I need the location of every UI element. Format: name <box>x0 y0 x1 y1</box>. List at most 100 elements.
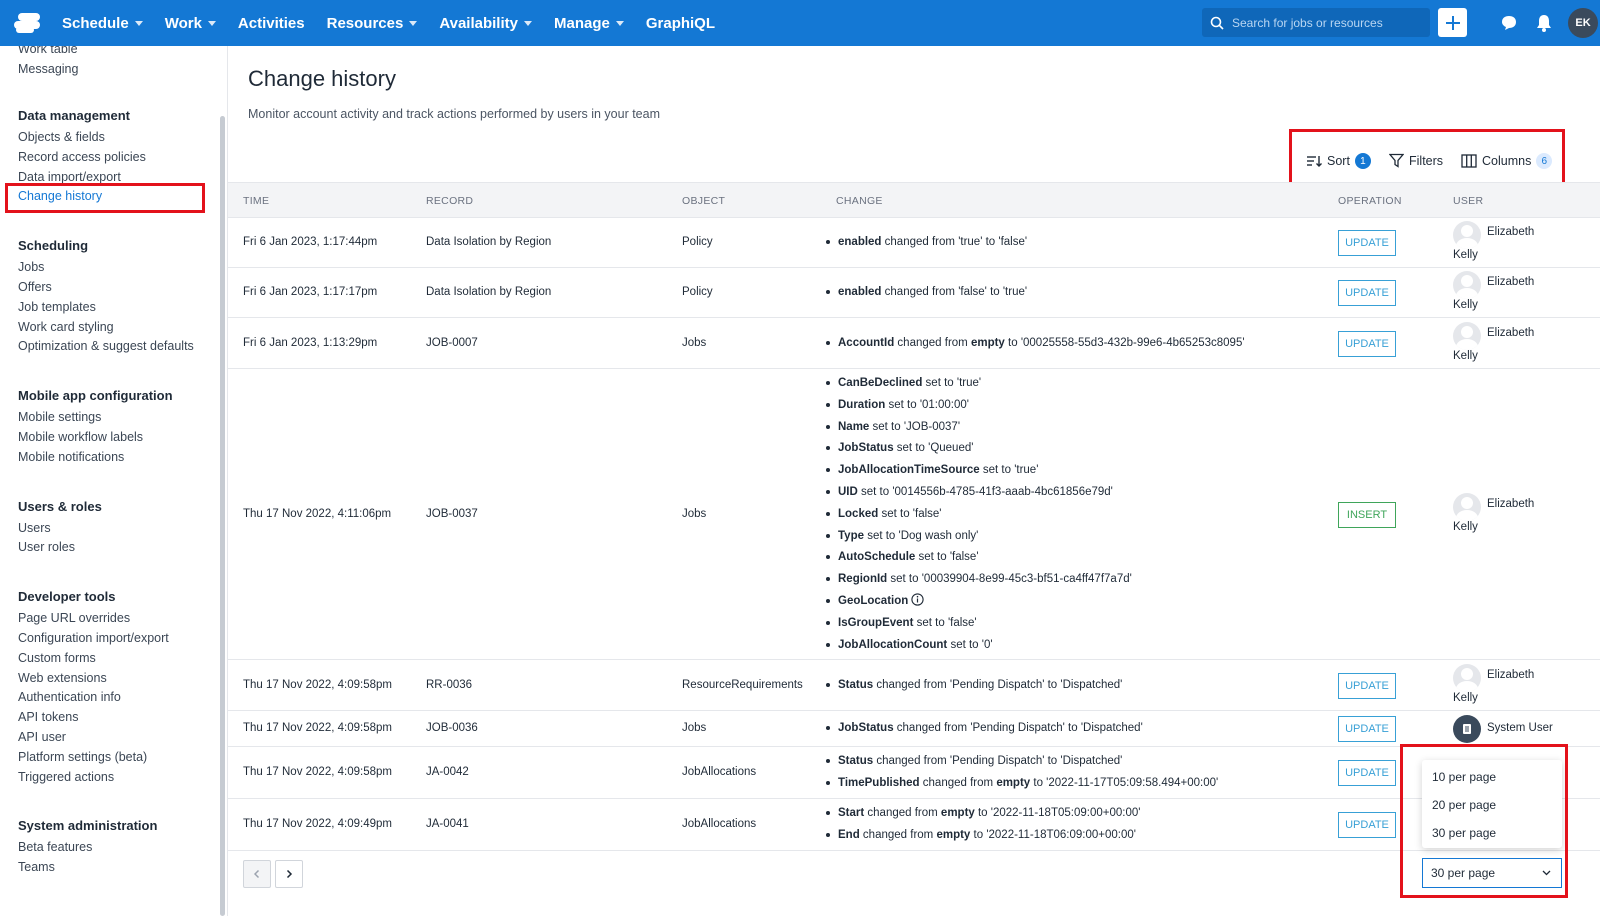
app-logo[interactable] <box>14 12 44 34</box>
change-field: Type <box>838 529 864 542</box>
info-icon[interactable] <box>911 593 924 613</box>
table-row[interactable]: Fri 6 Jan 2023, 1:17:17pm Data Isolation … <box>228 268 1600 318</box>
global-search[interactable] <box>1202 8 1430 37</box>
user-avatar-icon <box>1453 492 1481 521</box>
sidebar-item[interactable]: API user <box>18 730 66 744</box>
operation-badge: UPDATE <box>1338 230 1396 256</box>
sidebar-item[interactable]: Web extensions <box>18 671 107 685</box>
change-item: Status changed from 'Pending Dispatch' t… <box>826 751 1218 773</box>
change-verb: set to <box>947 638 982 651</box>
sidebar-group-title: Developer tools <box>18 589 116 605</box>
sidebar-item[interactable]: Mobile settings <box>18 410 101 424</box>
table-row[interactable]: Thu 17 Nov 2022, 4:09:58pm JOB-0036 Jobs Jo… <box>228 711 1600 747</box>
change-to-word: to <box>1030 776 1047 789</box>
change-from-value: 'false' <box>958 286 987 298</box>
sidebar-item[interactable]: Offers <box>18 280 52 294</box>
change-field: Duration <box>838 398 886 411</box>
sidebar-item[interactable]: Messaging <box>18 62 78 76</box>
column-header[interactable]: OPERATION <box>1338 195 1402 207</box>
column-header[interactable]: TIME <box>243 195 269 207</box>
user-last-name: Kelly <box>1453 349 1478 362</box>
change-field: Status <box>838 755 874 767</box>
table-row[interactable]: Thu 17 Nov 2022, 4:09:49pm JA-0041 JobAllo… <box>228 799 1600 851</box>
change-to-value: 'false' <box>998 236 1028 248</box>
change-list: CanBeDeclined set to 'true' Duration set … <box>826 373 1132 656</box>
sidebar-item[interactable]: Configuration import/export <box>18 631 169 645</box>
change-item: Type set to 'Dog wash only' <box>826 526 1132 548</box>
sidebar-item[interactable]: Authentication info <box>18 690 121 704</box>
sidebar-item[interactable]: Data import/export <box>18 170 121 184</box>
sidebar-item[interactable]: Mobile notifications <box>18 450 124 464</box>
user-first-name: Elizabeth <box>1487 276 1535 288</box>
column-header[interactable]: OBJECT <box>682 195 725 207</box>
sidebar-item[interactable]: Page URL overrides <box>18 611 130 625</box>
chevron-down-icon <box>409 20 418 26</box>
table-row[interactable]: Thu 17 Nov 2022, 4:11:06pm JOB-0037 Jobs Ca… <box>228 369 1600 660</box>
user-cell: Elizabeth Kelly <box>1453 663 1573 708</box>
sidebar-item[interactable]: Work card styling <box>18 320 114 334</box>
sidebar-item[interactable]: Work table <box>18 46 78 56</box>
sidebar-group-title: Data management <box>18 108 130 123</box>
user-avatar[interactable]: EK <box>1568 8 1598 38</box>
sidebar-item[interactable]: Custom forms <box>18 651 96 665</box>
column-header[interactable]: CHANGE <box>836 195 883 207</box>
change-verb: set to <box>979 464 1015 477</box>
sidebar-item[interactable]: Record access policies <box>18 150 146 164</box>
notifications-bell-icon[interactable] <box>1533 12 1555 34</box>
sidebar-item[interactable]: Jobs <box>18 260 44 274</box>
search-input[interactable] <box>1232 15 1422 30</box>
change-from-value: '00039904-8e99-45c3-bf51-ca4ff47f7a7d' <box>921 573 1132 586</box>
table-row[interactable]: Fri 6 Jan 2023, 1:13:29pm JOB-0007 Jobs Acc… <box>228 318 1600 369</box>
change-item: JobAllocationCount set to '0' <box>826 635 1132 657</box>
nav-label: Schedule <box>62 14 129 32</box>
create-new-button[interactable] <box>1438 8 1467 37</box>
sidebar-scrollbar[interactable] <box>220 116 225 916</box>
nav-manage[interactable]: Manage <box>554 15 624 32</box>
time-cell: Fri 6 Jan 2023, 1:13:29pm <box>243 336 378 349</box>
sidebar-item[interactable]: Job templates <box>18 300 96 314</box>
change-field: TimePublished <box>838 776 920 789</box>
chevron-down-icon <box>134 20 143 26</box>
previous-page-button[interactable] <box>243 860 271 888</box>
sidebar-item[interactable]: Teams <box>18 860 55 874</box>
change-verb: set to <box>922 377 957 389</box>
nav-graphiql[interactable]: GraphiQL <box>646 15 715 32</box>
change-item: Start changed from empty to '2022-11-18T… <box>826 803 1140 825</box>
table-row[interactable]: Thu 17 Nov 2022, 4:09:58pm RR-0036 Resourc… <box>228 660 1600 711</box>
sidebar-item[interactable]: Beta features <box>18 840 92 854</box>
operation-badge: UPDATE <box>1338 672 1396 699</box>
sidebar-item[interactable]: Objects & fields <box>18 130 105 144</box>
user-cell: Elizabeth Kelly <box>1453 271 1573 315</box>
change-from-value: '0' <box>981 638 993 651</box>
sidebar-item[interactable]: Optimization & suggest defaults <box>18 339 194 353</box>
column-header[interactable]: USER <box>1453 195 1483 207</box>
table-row[interactable]: Thu 17 Nov 2022, 4:09:58pm JA-0042 JobAllo… <box>228 747 1600 799</box>
column-header[interactable]: RECORD <box>426 195 473 207</box>
nav-schedule[interactable]: Schedule <box>62 15 143 32</box>
user-avatar-icon <box>1453 271 1481 299</box>
change-from-value: 'true' <box>958 236 983 248</box>
sidebar-item[interactable]: Platform settings (beta) <box>18 750 147 764</box>
sidebar-item[interactable]: Users <box>18 521 51 535</box>
nav-work[interactable]: Work <box>165 15 216 32</box>
table-row[interactable]: Fri 6 Jan 2023, 1:17:44pm Data Isolation … <box>228 218 1600 268</box>
sidebar-item[interactable]: User roles <box>18 540 75 554</box>
record-cell: Data Isolation by Region <box>426 286 552 298</box>
record-cell: JOB-0037 <box>426 507 478 520</box>
sidebar-item[interactable]: API tokens <box>18 710 78 724</box>
nav-resources[interactable]: Resources <box>327 15 418 32</box>
change-item: Name set to 'JOB-0037' <box>826 417 1132 439</box>
change-field: JobAllocationCount <box>838 638 948 651</box>
nav-activities[interactable]: Activities <box>238 15 305 32</box>
system-user-icon <box>1453 715 1481 743</box>
nav-availability[interactable]: Availability <box>439 15 532 32</box>
next-page-button[interactable] <box>275 860 303 888</box>
nav-label: Activities <box>237 14 305 32</box>
chat-icon[interactable] <box>1498 12 1520 34</box>
time-cell: Thu 17 Nov 2022, 4:09:58pm <box>243 678 392 691</box>
change-item: Status changed from 'Pending Dispatch' t… <box>826 675 1122 697</box>
sidebar-item[interactable]: Triggered actions <box>18 770 114 784</box>
change-from-value: 'false' <box>912 507 942 520</box>
sidebar-item[interactable]: Mobile workflow labels <box>18 430 143 444</box>
change-item: Locked set to 'false' <box>826 504 1132 526</box>
